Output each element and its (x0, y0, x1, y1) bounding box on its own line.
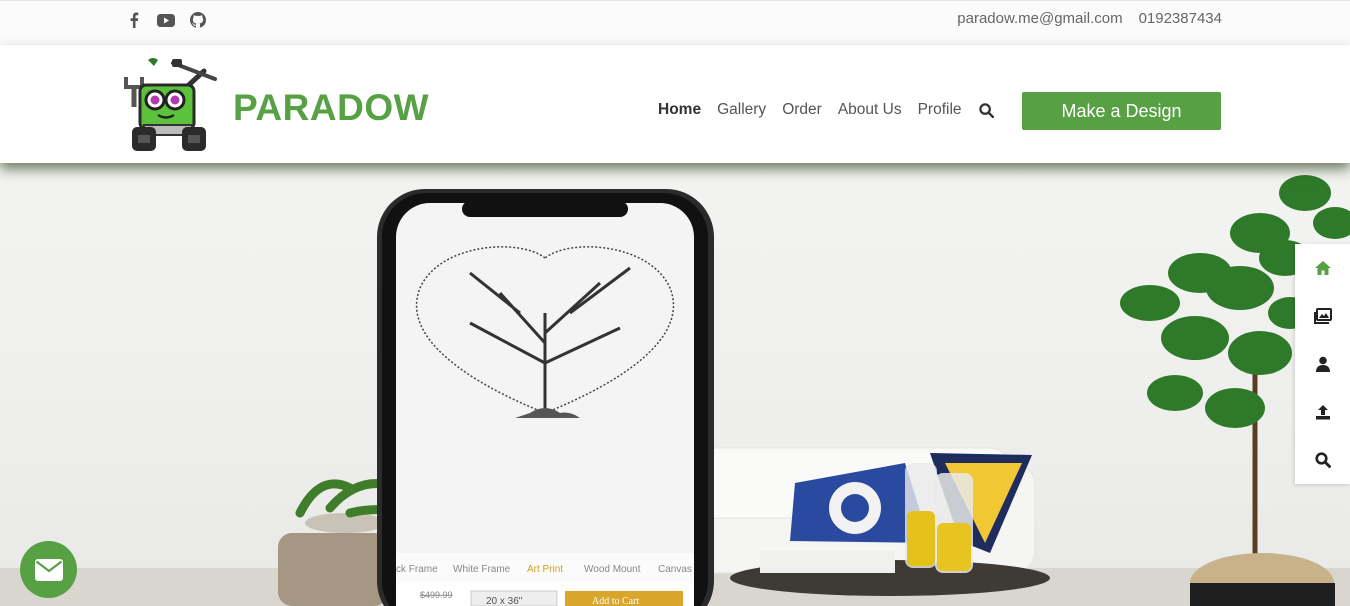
contact-info: paradow.me@gmail.com 0192387434 (957, 10, 1222, 27)
main-nav: Home Gallery Order About Us Profile (658, 101, 996, 119)
facebook-icon[interactable] (125, 11, 143, 29)
side-toolbar (1295, 244, 1350, 484)
user-icon[interactable] (1295, 340, 1350, 388)
logo-mascot[interactable] (118, 55, 222, 155)
youtube-icon[interactable] (157, 11, 175, 29)
phone-option-4: Canvas (658, 564, 692, 575)
nav-gallery[interactable]: Gallery (717, 101, 766, 119)
contact-email[interactable]: paradow.me@gmail.com (957, 10, 1122, 27)
mail-icon[interactable] (20, 541, 77, 598)
nav-about-us[interactable]: About Us (838, 101, 902, 119)
social-links (125, 11, 207, 29)
phone-add-to-cart: Add to Cart (592, 596, 639, 606)
phone-option-0: ck Frame (396, 564, 438, 575)
phone-option-3: Wood Mount (584, 564, 641, 575)
phone-option-1: White Frame (453, 564, 511, 575)
nav-home[interactable]: Home (658, 101, 701, 119)
brand-name[interactable]: PARADOW (233, 87, 429, 129)
upload-icon[interactable] (1295, 388, 1350, 436)
search-icon[interactable] (978, 101, 996, 119)
search-icon[interactable] (1295, 436, 1350, 484)
home-icon[interactable] (1295, 244, 1350, 292)
main-header: PARADOW Home Gallery Order About Us Prof… (0, 45, 1350, 163)
phone-old-price: $499.99 (420, 590, 453, 600)
phone-option-2: Art Print (527, 564, 563, 575)
gallery-icon[interactable] (1295, 292, 1350, 340)
make-a-design-button[interactable]: Make a Design (1022, 92, 1221, 130)
contact-phone[interactable]: 0192387434 (1139, 10, 1222, 27)
phone-size: 20 x 36" (486, 596, 523, 606)
hero-banner: ck Frame White Frame Art Print Wood Moun… (0, 163, 1350, 606)
github-icon[interactable] (189, 11, 207, 29)
hero-illustration: ck Frame White Frame Art Print Wood Moun… (0, 175, 1350, 606)
top-bar: paradow.me@gmail.com 0192387434 (0, 0, 1350, 42)
nav-profile[interactable]: Profile (918, 101, 962, 119)
nav-order[interactable]: Order (782, 101, 822, 119)
